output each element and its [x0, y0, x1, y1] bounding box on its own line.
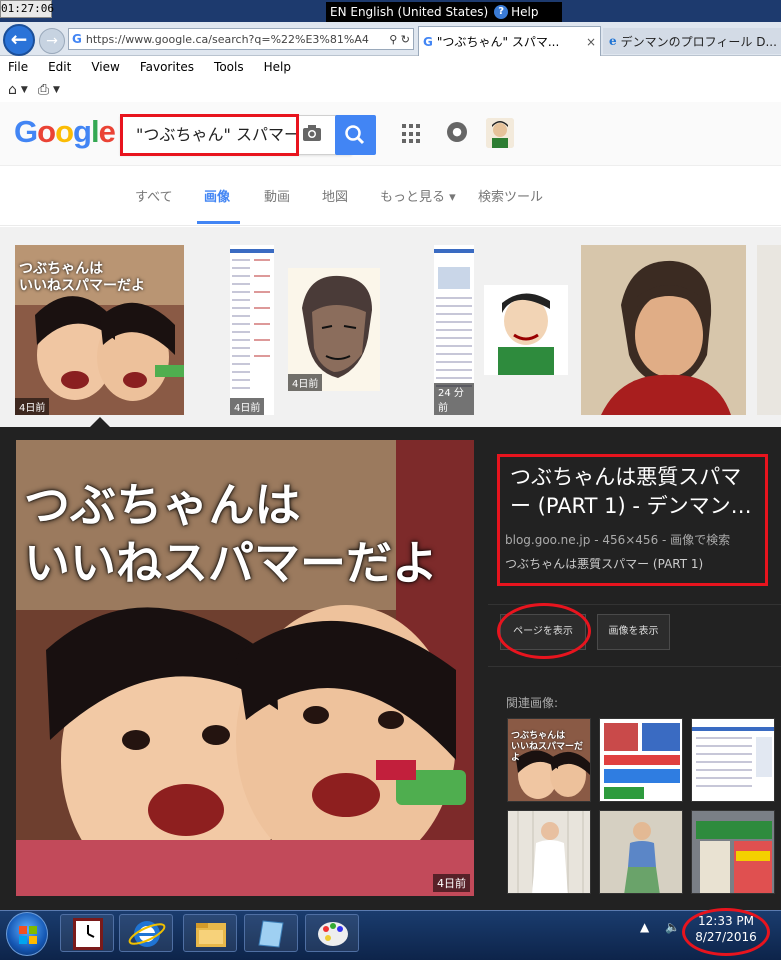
taskbar-notepad[interactable] [244, 914, 298, 952]
windows-logo-icon [19, 926, 37, 944]
print-dropdown-icon[interactable]: ▼ [53, 85, 60, 95]
system-tray: ▲ 🔈 [640, 920, 680, 934]
thumbnail-7[interactable] [757, 245, 781, 415]
folder-icon [196, 923, 226, 947]
search-refresh-icon[interactable]: ⚲ ↻ [389, 33, 413, 46]
thumbnail-age-label: 4日前 [288, 374, 323, 391]
back-arrow-icon[interactable]: ← [3, 24, 35, 56]
menu-favorites[interactable]: Favorites [140, 60, 194, 74]
google-favicon-icon: G [72, 32, 82, 46]
related-image-3[interactable] [691, 718, 775, 802]
tab-videos[interactable]: 動画 [264, 186, 290, 205]
apps-grid-icon[interactable] [402, 124, 422, 144]
tab-more[interactable]: もっと見る ▾ [380, 186, 456, 205]
home-dropdown-icon[interactable]: ▼ [21, 85, 28, 95]
taskbar-explorer[interactable] [183, 914, 237, 952]
language-label[interactable]: EN English (United States) [330, 2, 488, 22]
browser-tab-active[interactable]: G "つぶちゃん" スパマ... × [418, 26, 601, 56]
preview-overlay-text: つぶちゃんは いいねスパマーだよ [24, 478, 438, 590]
address-url[interactable]: https://www.google.ca/search?q=%22%E3%81… [86, 33, 385, 46]
account-avatar[interactable] [486, 118, 514, 148]
notification-bell-icon[interactable]: ● [447, 122, 467, 142]
annotation-oval-button [497, 603, 591, 659]
related-image-6[interactable] [691, 810, 775, 894]
print-icon[interactable]: ⎙ [38, 82, 49, 98]
selected-thumbnail-caret [90, 417, 110, 427]
google-header [0, 102, 781, 166]
related-image-5[interactable] [599, 810, 683, 894]
google-logo[interactable]: Google [14, 114, 116, 150]
menu-edit[interactable]: Edit [48, 60, 71, 74]
help-icon: ? [494, 5, 509, 19]
menu-view[interactable]: View [91, 60, 119, 74]
volume-icon[interactable]: 🔈 [665, 920, 680, 934]
preview-age-label: 4日前 [433, 874, 470, 892]
menu-tools[interactable]: Tools [214, 60, 244, 74]
taskbar-paint[interactable] [305, 914, 359, 952]
thumbnail-3[interactable]: 4日前 [288, 268, 380, 391]
thumbnail-overlay-text: つぶちゃんは いいねスパマーだよ [19, 261, 145, 294]
windows-taskbar [0, 910, 781, 960]
menu-file[interactable]: File [8, 60, 28, 74]
annotation-box-title [497, 454, 768, 586]
selected-tab-indicator [197, 221, 240, 224]
clock-app-icon [73, 918, 103, 950]
preview-image[interactable]: つぶちゃんは いいねスパマーだよ 4日前 [16, 440, 474, 896]
language-bar[interactable]: EN English (United States) ? Help [326, 2, 562, 22]
show-hidden-icons-icon[interactable]: ▲ [640, 920, 649, 934]
internet-explorer-icon [128, 921, 166, 947]
screen: 01:27:06 EN English (United States) ? He… [0, 0, 781, 960]
related-image-1[interactable]: つぶちゃんは いいねスパマーだよ [507, 718, 591, 802]
related-image-2[interactable] [599, 718, 683, 802]
tab-title: "つぶちゃん" スパマ... [436, 35, 560, 49]
panel-divider [488, 666, 781, 667]
tab-all[interactable]: すべて [135, 186, 173, 205]
thumbnail-5[interactable] [484, 285, 568, 375]
system-clock: 01:27:06 [0, 0, 54, 18]
help-label: Help [511, 5, 539, 19]
tab-search-tools[interactable]: 検索ツール [478, 186, 543, 205]
home-icon[interactable]: ⌂ [8, 82, 17, 98]
taskbar-clock-app[interactable] [60, 914, 114, 952]
command-bar: ⌂ ▼ ⎙ ▼ [0, 78, 781, 102]
browser-tab-inactive[interactable]: e デンマンのプロフィール D... [603, 28, 781, 54]
close-tab-icon[interactable]: × [586, 35, 600, 49]
annotation-oval-clock [682, 908, 770, 956]
document-icon [258, 920, 284, 948]
forward-arrow-icon[interactable]: → [39, 28, 65, 54]
menu-bar: File Edit View Favorites Tools Help [0, 56, 781, 78]
related-image-4[interactable] [507, 810, 591, 894]
address-bar[interactable]: G https://www.google.ca/search?q=%22%E3%… [68, 28, 414, 50]
tab-images[interactable]: 画像 [204, 186, 230, 205]
thumbnail-4[interactable]: 24 分前 [434, 245, 474, 415]
search-button[interactable] [335, 115, 376, 155]
camera-icon[interactable] [300, 124, 324, 144]
annotation-box-search [120, 114, 299, 156]
thumbnail-age-label: 4日前 [15, 398, 50, 415]
search-icon [345, 125, 365, 145]
taskbar-ie[interactable] [119, 914, 173, 952]
thumbnail-age-label: 24 分前 [434, 383, 474, 415]
tab-title: デンマンのプロフィール D... [620, 34, 777, 49]
menu-help[interactable]: Help [264, 60, 291, 74]
related-overlay-text: つぶちゃんは いいねスパマーだよ [511, 731, 584, 763]
thumbnail-age-label: 4日前 [230, 398, 265, 415]
tab-maps[interactable]: 地図 [322, 186, 348, 205]
start-button[interactable] [6, 912, 48, 956]
help-button[interactable]: ? Help [494, 2, 539, 22]
ie-tab-icon: e [609, 34, 617, 48]
thumbnail-2[interactable]: 4日前 [230, 245, 274, 415]
google-tab-icon: G [423, 34, 433, 49]
paint-palette-icon [318, 922, 348, 946]
view-image-button[interactable]: 画像を表示 [597, 614, 670, 650]
thumbnail-1[interactable]: つぶちゃんは いいねスパマーだよ 4日前 [15, 245, 184, 415]
thumbnail-6[interactable] [581, 245, 746, 415]
related-images-label: 関連画像: [506, 696, 559, 710]
